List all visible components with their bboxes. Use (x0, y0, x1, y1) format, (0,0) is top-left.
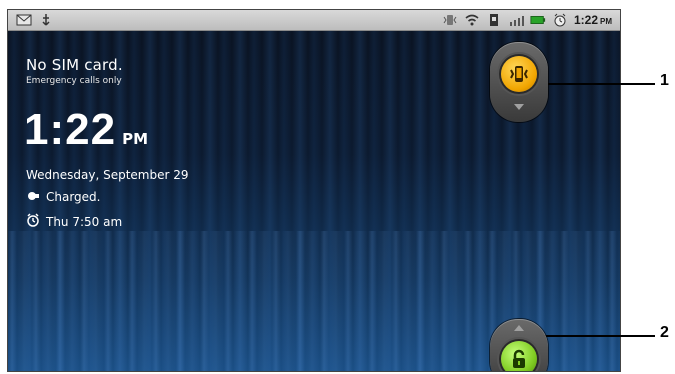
clock-ampm: PM (122, 130, 148, 148)
signal-icon (508, 13, 524, 27)
date-label: Wednesday, September 29 (26, 168, 189, 182)
clock: 1:22 PM (24, 108, 148, 152)
vibrate-phone-icon (510, 66, 528, 82)
status-time: 1:22 PM (573, 13, 612, 27)
battery-status-text: Charged. (46, 190, 101, 204)
lock-screen: 1:22 PM No SIM card. Emergency calls only… (7, 9, 621, 372)
unlock-button[interactable] (501, 341, 537, 371)
status-bar: 1:22 PM (8, 10, 620, 31)
next-alarm: Thu 7:50 am (26, 213, 122, 230)
drag-up-arrow-icon (514, 325, 524, 331)
battery-icon (530, 13, 546, 27)
battery-status: Charged. (26, 190, 101, 204)
sound-toggle-handle[interactable] (490, 42, 548, 122)
vibrate-toggle-button[interactable] (501, 56, 537, 92)
sim-icon (486, 13, 502, 27)
email-notification-icon (16, 13, 32, 27)
usb-icon (38, 13, 54, 27)
lock-content: No SIM card. Emergency calls only 1:22 P… (8, 30, 620, 371)
unlock-icon (513, 349, 525, 368)
alarm-icon (552, 13, 568, 27)
clock-time: 1:22 (24, 105, 117, 154)
wifi-icon (464, 13, 480, 27)
alarm-clock-icon (26, 213, 40, 230)
sim-status-title: No SIM card. (26, 56, 123, 74)
sim-status-subtitle: Emergency calls only (26, 76, 122, 86)
callout-label-2: 2 (660, 324, 669, 341)
unlock-handle[interactable] (490, 319, 548, 371)
callout-label-1: 1 (660, 72, 669, 89)
drag-down-arrow-icon (514, 104, 524, 110)
next-alarm-text: Thu 7:50 am (46, 214, 123, 229)
charging-icon (26, 190, 40, 204)
vibrate-icon (442, 13, 458, 27)
